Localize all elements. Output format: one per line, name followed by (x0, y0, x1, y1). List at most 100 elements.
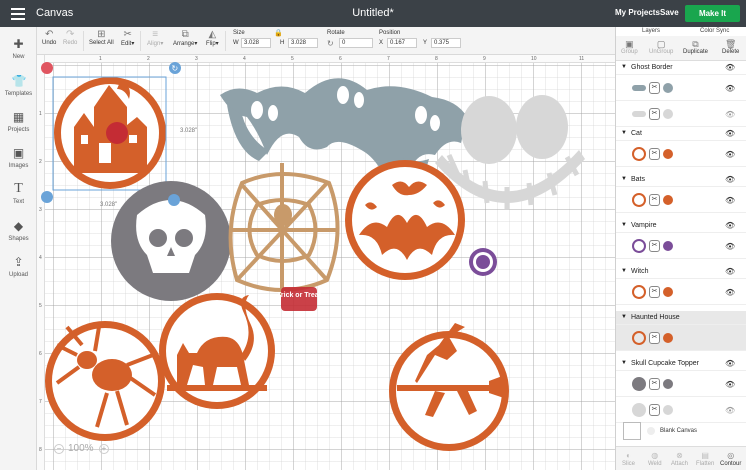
lock-icon[interactable]: 🔒 (274, 29, 283, 37)
edit-menu[interactable]: ✂ Edit▾ (121, 30, 134, 48)
color-swatch[interactable] (663, 333, 673, 343)
width-input[interactable]: 3.028 (241, 38, 271, 48)
layer-row[interactable]: ✂ 👁 (616, 279, 746, 305)
slice-button[interactable]: ◐ Slice (622, 451, 635, 467)
make-it-button[interactable]: Make It (685, 5, 740, 22)
layer-group-cat[interactable]: ▼ Cat 👁 (616, 127, 746, 141)
weld-button[interactable]: ◍ Weld (648, 451, 662, 467)
delete-handle-icon[interactable] (41, 62, 53, 74)
cut-icon[interactable]: ✂ (649, 240, 660, 252)
save-button[interactable]: Save (660, 8, 679, 17)
bats-image[interactable] (345, 160, 465, 280)
witch-image[interactable] (389, 323, 509, 451)
cut-icon[interactable]: ✂ (649, 82, 660, 94)
color-swatch[interactable] (663, 287, 673, 297)
hamburger-menu-icon[interactable] (11, 8, 25, 20)
visibility-eye-icon[interactable]: 👁 (725, 267, 735, 276)
new-button[interactable]: ✚ New (0, 37, 37, 60)
undo-button[interactable]: ↶ Undo (42, 30, 56, 47)
spider-web-image[interactable] (228, 163, 340, 295)
rotate-input[interactable]: 0 (339, 38, 373, 48)
blank-canvas-thumbnail[interactable] (623, 422, 641, 440)
layer-group-haunted-house[interactable]: ▼ Haunted House (616, 311, 746, 325)
tab-layers[interactable]: Layers (642, 28, 660, 34)
vampire-image[interactable] (469, 248, 497, 276)
align-menu[interactable]: ≡ Align▾ (147, 30, 163, 48)
y-input[interactable]: 0.375 (431, 38, 461, 48)
color-swatch[interactable] (663, 195, 673, 205)
visibility-eye-icon[interactable]: 👁 (725, 175, 735, 184)
zoom-in-button[interactable]: + (99, 444, 109, 454)
select-all-button[interactable]: ⊞ Select All (89, 30, 114, 47)
cut-icon[interactable]: ✂ (649, 378, 660, 390)
color-swatch[interactable] (663, 379, 673, 389)
color-swatch[interactable] (663, 241, 673, 251)
visibility-eye-icon[interactable]: 👁 (725, 63, 735, 72)
cut-icon[interactable]: ✂ (649, 108, 660, 120)
hidden-eye-icon[interactable]: 👁 (725, 406, 735, 415)
cut-icon[interactable]: ✂ (649, 286, 660, 298)
cut-icon[interactable]: ✂ (649, 194, 660, 206)
text-button[interactable]: T Text (0, 182, 37, 206)
resize-handle-icon[interactable] (168, 194, 180, 206)
layer-row[interactable]: ✂ 👁 (616, 187, 746, 213)
upload-button[interactable]: ⇪ Upload (0, 255, 37, 278)
height-input[interactable]: 3.028 (288, 38, 318, 48)
collapse-triangle-icon[interactable]: ▼ (621, 64, 627, 70)
collapse-triangle-icon[interactable]: ▼ (621, 176, 627, 182)
redo-button[interactable]: ↷ Redo (63, 30, 77, 47)
collapse-triangle-icon[interactable]: ▼ (621, 360, 627, 366)
collapse-triangle-icon[interactable]: ▼ (621, 268, 627, 274)
hidden-eye-icon[interactable]: 👁 (725, 110, 735, 119)
layer-group-bats[interactable]: ▼ Bats 👁 (616, 173, 746, 187)
layer-row[interactable]: ✂ 👁 (616, 75, 746, 101)
arrange-menu[interactable]: ⧉ Arrange▾ (173, 30, 197, 48)
visibility-eye-icon[interactable]: 👁 (725, 359, 735, 368)
layer-row[interactable]: ✂ 👁 (616, 101, 746, 127)
trick-or-treat-sticker[interactable]: Trick or Treat (277, 287, 322, 311)
layer-group-ghost-border[interactable]: ▼ Ghost Border 👁 (616, 61, 746, 75)
x-input[interactable]: 0.167 (387, 38, 417, 48)
collapse-triangle-icon[interactable]: ▼ (621, 222, 627, 228)
projects-button[interactable]: ▦ Projects (0, 110, 37, 133)
layer-row[interactable]: ✂ 👁 (616, 233, 746, 259)
cut-icon[interactable]: ✂ (649, 332, 660, 344)
collapse-triangle-icon[interactable]: ▼ (621, 130, 627, 136)
attach-button[interactable]: ⊗ Attach (671, 451, 688, 467)
layer-row[interactable]: ✂ 👁 (616, 371, 746, 397)
layer-row[interactable]: ✂ 👁 (616, 141, 746, 167)
color-swatch[interactable] (663, 83, 673, 93)
layer-group-skull-cupcake-topper[interactable]: ▼ Skull Cupcake Topper 👁 (616, 357, 746, 371)
group-button[interactable]: ▣ Group (621, 39, 638, 55)
zoom-out-button[interactable]: − (54, 444, 64, 454)
visibility-eye-icon[interactable]: 👁 (725, 242, 735, 251)
blank-canvas-row[interactable]: Blank Canvas (616, 420, 746, 442)
contour-button[interactable]: ◎ Contour (720, 451, 741, 467)
shapes-button[interactable]: ◆ Shapes (0, 219, 37, 242)
layer-group-vampire[interactable]: ▼ Vampire 👁 (616, 219, 746, 233)
collapse-triangle-icon[interactable]: ▼ (621, 314, 627, 320)
cut-icon[interactable]: ✂ (649, 404, 660, 416)
visibility-eye-icon[interactable]: 👁 (725, 380, 735, 389)
delete-button[interactable]: 🗑 Delete (722, 39, 739, 55)
haunted-house-image[interactable] (54, 77, 166, 189)
cat-image[interactable] (159, 293, 275, 409)
visibility-eye-icon[interactable]: 👁 (725, 84, 735, 93)
duplicate-button[interactable]: ⧉ Duplicate (683, 39, 708, 55)
color-swatch[interactable] (663, 405, 673, 415)
templates-button[interactable]: 👕 Templates (0, 74, 37, 97)
images-button[interactable]: ▣ Images (0, 146, 37, 169)
spider-image[interactable] (45, 321, 165, 441)
ungroup-button[interactable]: ▢ UnGroup (649, 39, 673, 55)
cut-icon[interactable]: ✂ (649, 148, 660, 160)
blank-canvas-color[interactable] (647, 427, 655, 435)
visibility-eye-icon[interactable]: 👁 (725, 288, 735, 297)
visibility-eye-icon[interactable]: 👁 (725, 221, 735, 230)
flip-menu[interactable]: ◭ Flip▾ (206, 30, 219, 48)
my-projects-link[interactable]: My Projects (615, 8, 660, 17)
visibility-eye-icon[interactable]: 👁 (725, 196, 735, 205)
layer-group-witch[interactable]: ▼ Witch 👁 (616, 265, 746, 279)
lock-handle-icon[interactable] (41, 191, 53, 203)
flatten-button[interactable]: ▤ Flatten (696, 451, 714, 467)
color-swatch[interactable] (663, 149, 673, 159)
